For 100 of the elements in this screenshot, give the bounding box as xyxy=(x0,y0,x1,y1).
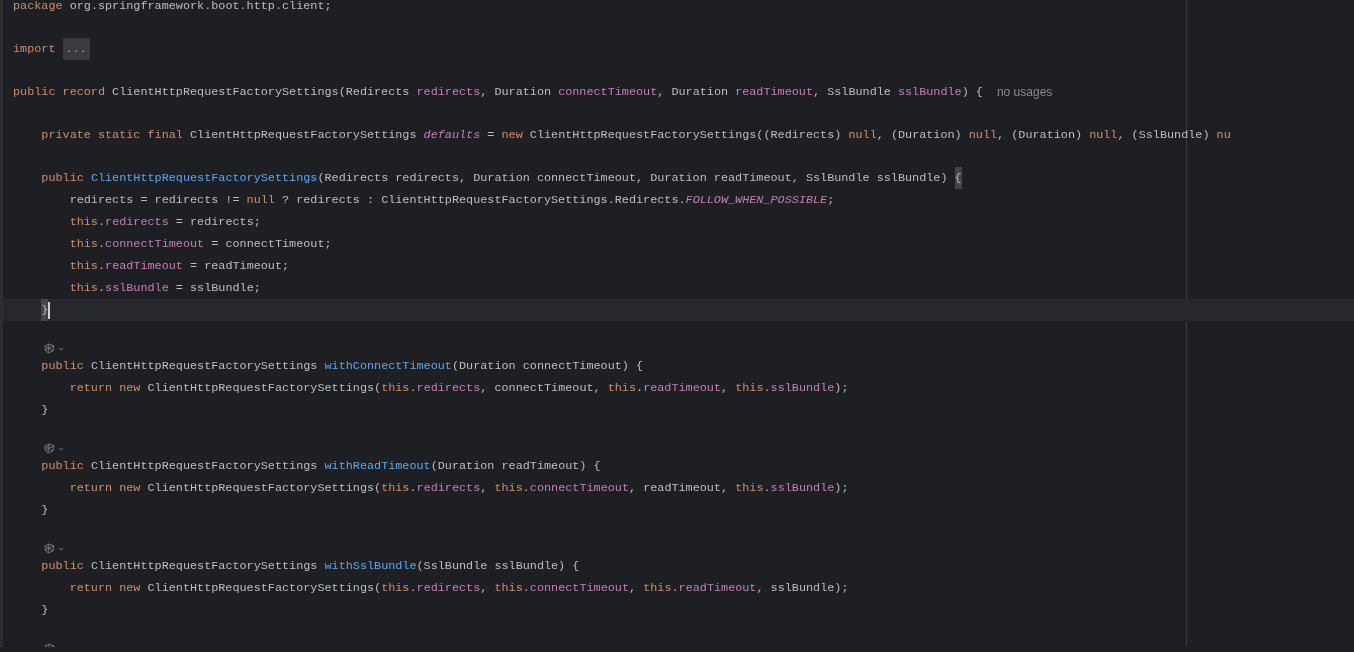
code-text: . xyxy=(763,380,771,397)
keyword: this xyxy=(381,480,410,497)
keyword: this xyxy=(69,280,98,297)
keyword: import xyxy=(13,41,57,58)
field-name: redirects xyxy=(416,580,481,597)
code-text: = connectTimeout; xyxy=(210,236,332,253)
field-name: readTimeout xyxy=(105,258,183,275)
field-name: readTimeout xyxy=(678,580,757,597)
method-name: withConnectTimeout xyxy=(324,358,452,375)
code-text: } xyxy=(41,402,49,419)
code-text: ); xyxy=(834,480,849,497)
code-text: , xyxy=(629,580,638,597)
code-text: . xyxy=(97,258,106,275)
field-name: readTimeout xyxy=(735,84,813,101)
code-text: = xyxy=(486,127,496,144)
code-text: , xyxy=(721,380,730,397)
constant-name: defaults xyxy=(423,127,481,144)
field-name: sslBundle xyxy=(770,380,835,397)
code-text: , sslBundle); xyxy=(756,580,849,597)
code-text: (Duration readTimeout) { xyxy=(430,458,601,475)
text-cursor xyxy=(48,301,50,319)
keyword: public xyxy=(41,558,84,575)
keyword: this xyxy=(69,236,98,253)
keyword: this xyxy=(735,380,764,397)
code-text: . xyxy=(522,480,530,497)
code-editor[interactable] xyxy=(0,0,1354,647)
code-text: ); xyxy=(834,380,849,397)
keyword: nu xyxy=(1216,127,1231,144)
field-name: redirects xyxy=(105,214,169,231)
code-text: . xyxy=(97,280,106,297)
keyword: this xyxy=(69,214,98,231)
folded-code-marker[interactable]: ... xyxy=(62,38,90,60)
keyword: this xyxy=(381,380,410,397)
keyword: null xyxy=(848,127,877,144)
code-text: , SslBundle xyxy=(813,84,892,101)
code-text: ClientHttpRequestFactorySettings xyxy=(189,127,418,144)
code-text: (SslBundle sslBundle) { xyxy=(416,558,580,575)
code-text: , Duration xyxy=(657,84,730,101)
keyword: this xyxy=(69,258,98,275)
code-text: ClientHttpRequestFactorySettings(Redirects xyxy=(111,84,411,101)
code-text: ClientHttpRequestFactorySettings xyxy=(89,558,319,575)
method-name: ClientHttpRequestFactorySettings xyxy=(90,170,318,187)
code-text: ) { xyxy=(961,84,983,101)
code-text: . xyxy=(671,580,679,597)
code-text: ; xyxy=(827,192,835,209)
code-text: . xyxy=(409,380,417,397)
code-text: (Duration connectTimeout) { xyxy=(451,358,644,375)
code-text: ClientHttpRequestFactorySettings( xyxy=(146,480,382,497)
code-text: , (Duration) xyxy=(876,127,963,144)
field-name: redirects xyxy=(416,84,481,101)
keyword: new xyxy=(501,127,523,144)
keyword: return new xyxy=(69,480,141,497)
keyword: return new xyxy=(69,580,141,597)
code-text: . xyxy=(522,580,530,597)
field-name: readTimeout xyxy=(643,380,721,397)
code-text: } xyxy=(41,502,49,519)
code-text: (Redirects redirects, Duration connectTimeout, Duration readTimeout, SslBundle sslBundle) xyxy=(317,170,949,187)
code-text: } xyxy=(41,602,49,619)
keyword: return new xyxy=(69,380,141,397)
keyword: public xyxy=(41,170,85,187)
code-text: ClientHttpRequestFactorySettings( xyxy=(146,380,382,397)
code-text: org.springframework.boot.http.client; xyxy=(68,0,332,15)
matched-brace: } xyxy=(41,299,49,321)
field-name: connectTimeout xyxy=(105,236,205,253)
field-name: connectTimeout xyxy=(558,84,658,101)
keyword: this xyxy=(494,480,523,497)
code-text: redirects = redirects != xyxy=(69,192,241,209)
keyword: this xyxy=(735,480,764,497)
code-text: ClientHttpRequestFactorySettings xyxy=(89,358,319,375)
field-name: redirects xyxy=(416,380,481,397)
keyword: public record xyxy=(13,84,106,101)
code-text: ClientHttpRequestFactorySettings((Redirects) xyxy=(528,127,843,144)
keyword: null xyxy=(1089,127,1118,144)
code-text: . xyxy=(97,214,106,231)
keyword: public xyxy=(41,458,84,475)
keyword: null xyxy=(246,192,275,209)
code-text: = sslBundle; xyxy=(174,280,261,297)
code-text: = readTimeout; xyxy=(189,258,290,275)
code-text: . xyxy=(409,580,417,597)
code-text: , xyxy=(480,480,489,497)
code-text: , connectTimeout, xyxy=(480,380,602,397)
field-name: sslBundle xyxy=(770,480,835,497)
code-text: = redirects; xyxy=(174,214,261,231)
code-text: . xyxy=(97,236,106,253)
code-text: . xyxy=(763,480,771,497)
usage-hint[interactable]: no usages xyxy=(996,81,1053,103)
field-name: connectTimeout xyxy=(529,580,629,597)
code-text: , (Duration) xyxy=(997,127,1084,144)
code-text: ClientHttpRequestFactorySettings xyxy=(89,458,319,475)
method-name: withSslBundle xyxy=(324,558,417,575)
field-name: sslBundle xyxy=(897,84,962,101)
field-name: sslBundle xyxy=(105,280,169,297)
keyword: this xyxy=(494,580,523,597)
code-text: . xyxy=(636,380,644,397)
keyword: private static final xyxy=(41,127,183,144)
code-text: , xyxy=(480,580,489,597)
keyword: public xyxy=(41,358,84,375)
code-text: ClientHttpRequestFactorySettings( xyxy=(146,580,382,597)
code-text: , Duration xyxy=(480,84,553,101)
keyword: this xyxy=(381,580,410,597)
